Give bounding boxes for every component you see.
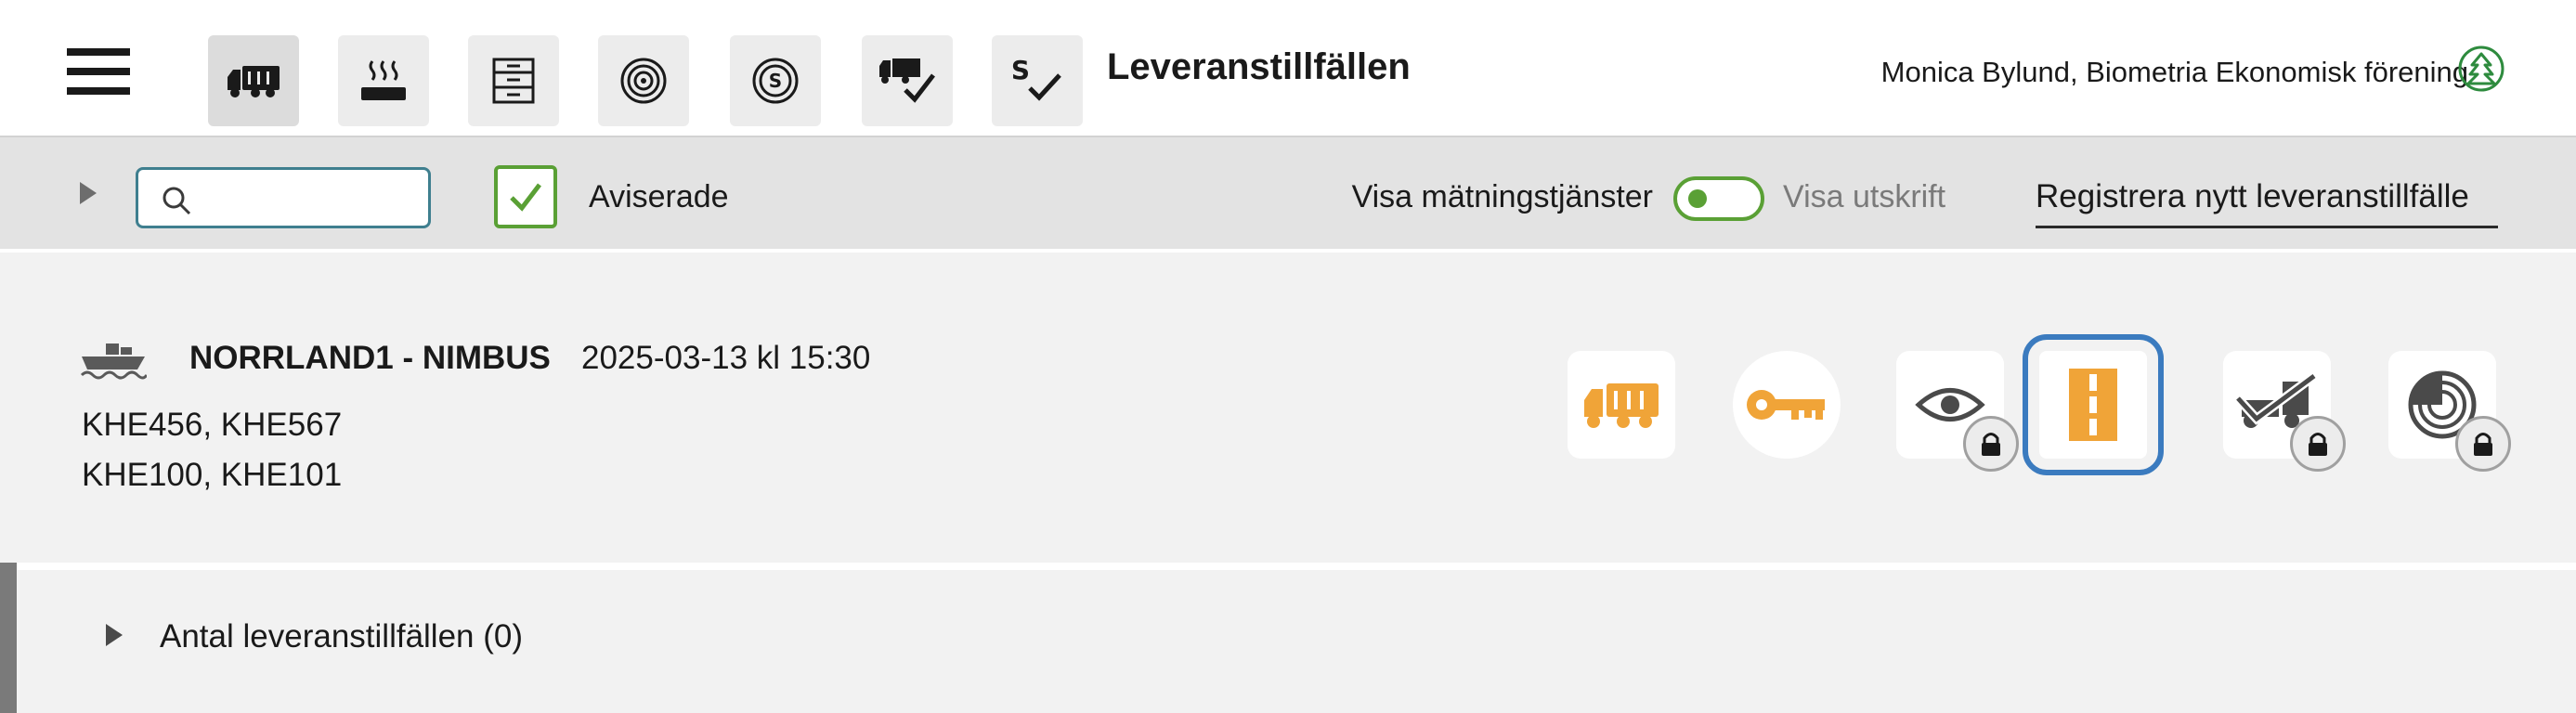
register-link-underline <box>2036 226 2498 228</box>
checkmark-icon <box>510 183 541 212</box>
lock-badge <box>2455 416 2511 472</box>
nav-truck-check-button[interactable] <box>862 35 953 126</box>
truck-icon <box>228 66 280 97</box>
truck-icon <box>1584 383 1659 428</box>
nav-steam-button[interactable] <box>338 35 429 126</box>
biometria-logo-icon <box>2458 45 2504 92</box>
delivery-count-label: Antal leveranstillfällen (0) <box>160 618 524 655</box>
register-delivery-link[interactable]: Registrera nytt leveranstillfälle <box>2036 178 2469 215</box>
section-divider <box>17 563 2576 570</box>
delivery-card[interactable]: NORRLAND1 - NIMBUS 2025-03-13 kl 15:30 K… <box>0 253 2576 563</box>
cabinet-icon <box>492 58 535 104</box>
delivery-ids-line1: KHE456, KHE567 <box>82 407 343 443</box>
boat-icon <box>80 344 147 380</box>
toggle-label-matningstjanster: Visa mätningstjänster <box>1351 179 1653 214</box>
toggle-knob <box>1688 189 1707 208</box>
search-icon <box>163 187 191 215</box>
action-road-button[interactable] <box>2023 334 2164 475</box>
view-toggle-switch[interactable] <box>1673 176 1764 221</box>
nav-truck-button[interactable] <box>208 35 299 126</box>
aviserade-label: Aviserade <box>589 179 729 214</box>
lock-icon <box>2474 433 2492 456</box>
steam-icon <box>361 60 406 100</box>
search-input[interactable] <box>203 177 423 218</box>
user-name[interactable]: Monica Bylund, Biometria Ekonomisk fören… <box>1881 56 2468 89</box>
lock-badge <box>1963 416 2019 472</box>
action-eye-button[interactable] <box>1896 351 2019 472</box>
lock-badge <box>2290 416 2346 472</box>
delivery-ids-line2: KHE100, KHE101 <box>82 457 343 493</box>
coin-icon: S <box>752 58 799 104</box>
lock-icon <box>2309 433 2327 456</box>
toggle-label-utskrift: Visa utskrift <box>1783 179 1946 214</box>
svg-text:S: S <box>1011 55 1030 85</box>
nav-s-check-button[interactable]: S <box>992 35 1083 126</box>
lock-icon <box>1982 433 2000 456</box>
delivery-name: NORRLAND1 - NIMBUS <box>189 340 551 376</box>
delivery-count-row[interactable]: Antal leveranstillfällen (0) <box>17 570 2576 713</box>
nav-coin-button[interactable]: S <box>730 35 821 126</box>
action-key-button[interactable] <box>1733 351 1841 459</box>
road-icon <box>2069 369 2117 441</box>
filter-toolbar: Aviserade Visa mätningstjänster Visa uts… <box>0 136 2576 249</box>
expand-count-caret-icon[interactable] <box>106 624 123 646</box>
action-truck-button[interactable] <box>1568 351 1675 459</box>
log-rings-icon <box>620 58 667 104</box>
truck-check-icon <box>879 58 935 103</box>
action-forwarder-button[interactable] <box>2223 351 2346 472</box>
nav-log-rings-button[interactable] <box>598 35 689 126</box>
search-box[interactable] <box>136 167 431 228</box>
s-check-icon: S <box>1011 55 1061 101</box>
hamburger-menu-icon[interactable] <box>67 48 130 95</box>
aviserade-checkbox[interactable] <box>494 165 557 228</box>
key-icon <box>1747 390 1825 420</box>
nav-cabinet-button[interactable] <box>468 35 559 126</box>
app-header: S S Leveranstillfällen Monica Bylund, Bi… <box>0 0 2576 136</box>
delivery-datetime: 2025-03-13 kl 15:30 <box>581 340 871 376</box>
action-log-measure-button[interactable] <box>2388 351 2511 472</box>
expand-filter-caret-icon[interactable] <box>80 182 97 204</box>
svg-text:S: S <box>769 70 782 92</box>
page-title: Leveranstillfällen <box>1107 46 1411 87</box>
